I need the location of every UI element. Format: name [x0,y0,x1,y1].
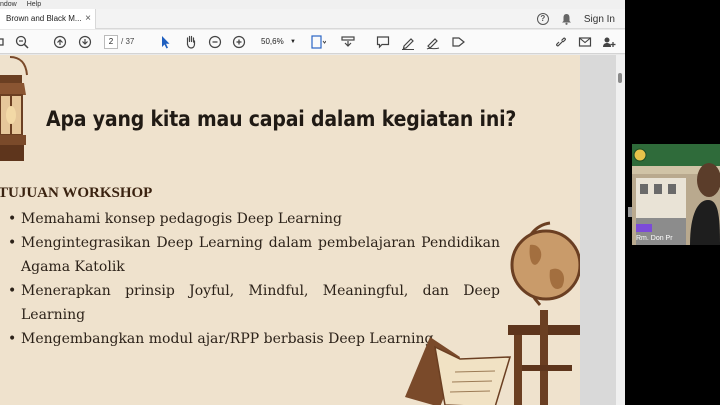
zoom-out-icon[interactable] [15,34,29,50]
vertical-scrollbar[interactable] [616,55,625,405]
viewer-gutter [580,55,616,405]
document-viewer[interactable]: Apa yang kita mau capai dalam kegiatan i… [0,55,625,405]
highlight-icon[interactable] [401,34,415,50]
fill-sign-icon[interactable] [451,34,465,50]
zoom-select[interactable]: 50,6% ▼ [255,35,299,49]
prev-page-icon[interactable] [53,34,67,50]
help-icon[interactable]: ? [536,13,549,25]
tab-bar: Brown and Black M... × ? Sign In [0,9,625,29]
plus-icon[interactable] [232,34,246,50]
next-page-icon[interactable] [78,34,92,50]
list-item: Mengintegrasikan Deep Learning dalam pem… [6,231,500,279]
fit-page-icon[interactable] [310,34,326,50]
sign-icon[interactable] [426,34,440,50]
list-item: Menerapkan prinsip Joyful, Mindful, Mean… [6,279,500,327]
hand-icon[interactable] [184,34,198,50]
menu-item-window[interactable]: ndow [0,0,17,9]
slide-page: Apa yang kita mau capai dalam kegiatan i… [0,55,580,405]
document-tab-title: Brown and Black M... [6,14,82,23]
bell-icon[interactable] [561,13,572,25]
sign-in-button[interactable]: Sign In [584,14,615,25]
lantern-icon [0,56,28,161]
scroll-thumb[interactable] [618,73,622,83]
zoom-value: 50,6% [261,37,284,46]
page-number-input[interactable]: 2 [104,35,118,49]
page-total: / 37 [121,37,135,46]
comment-icon[interactable] [376,34,390,50]
slide-title: Apa yang kita mau capai dalam kegiatan i… [46,107,517,131]
chevron-down-icon: ▼ [290,39,296,45]
book-icon [405,337,512,405]
menu-bar: ndow Help [0,0,625,9]
share-user-icon[interactable] [602,34,616,50]
print-icon[interactable] [0,34,6,50]
mail-icon[interactable] [578,34,592,50]
scroll-mode-icon[interactable] [340,34,356,50]
close-tab-icon[interactable]: × [85,9,91,29]
menu-item-help[interactable]: Help [27,0,41,9]
video-feed [632,144,720,245]
toolbar: 2 / 37 50,6% ▼ [0,30,625,54]
document-tab[interactable]: Brown and Black M... × [0,9,96,29]
cursor-icon[interactable] [158,34,172,50]
list-item: Memahami konsep pedagogis Deep Learning [6,207,500,231]
minus-icon[interactable] [208,34,222,50]
workshop-heading: TUJUAN WORKSHOP [0,185,153,201]
video-tile[interactable]: Rm. Don Pr [632,144,720,245]
acrobat-window: ndow Help Brown and Black M... × ? Sign … [0,0,625,405]
participant-name: Rm. Don Pr [636,235,673,242]
share-link-icon[interactable] [554,34,568,50]
